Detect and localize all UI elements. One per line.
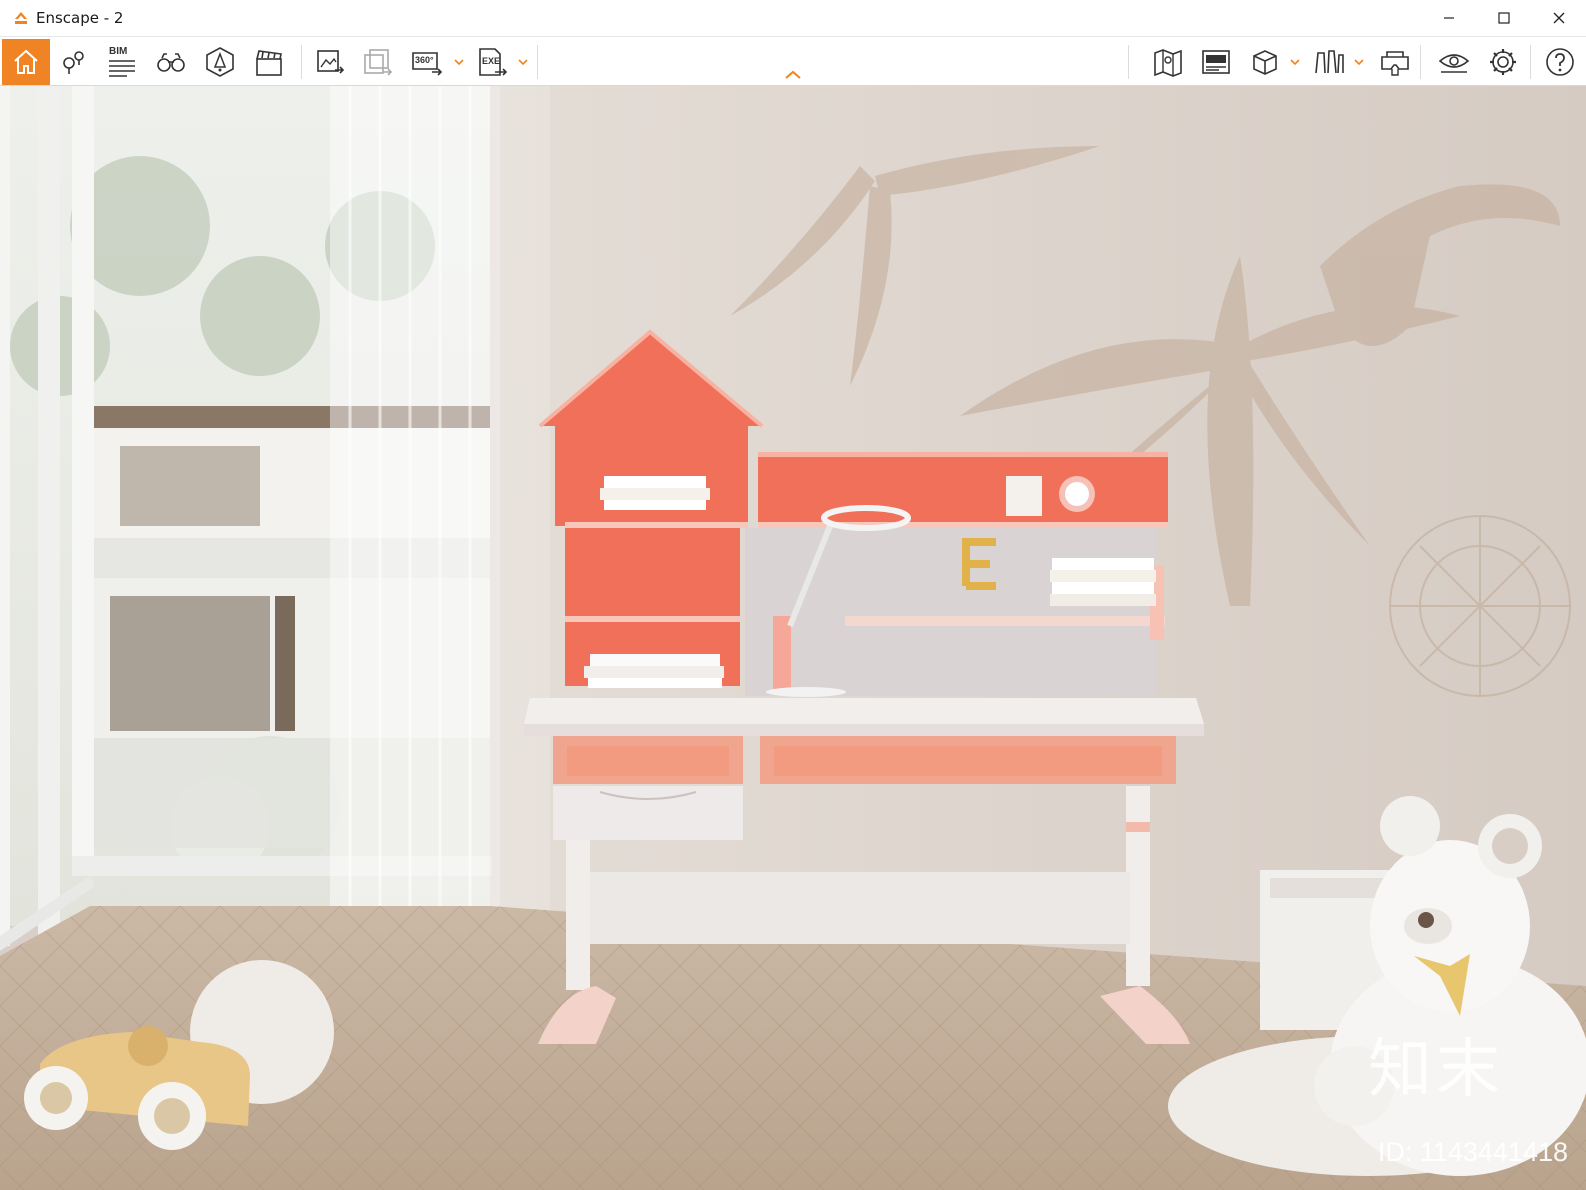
panorama-360-icon: 360° bbox=[410, 45, 444, 79]
panorama-dropdown-button[interactable] bbox=[453, 56, 465, 68]
maximize-icon bbox=[1497, 12, 1510, 24]
home-button[interactable] bbox=[2, 39, 50, 85]
clapperboard-icon bbox=[256, 50, 282, 76]
minimize-button[interactable] bbox=[1421, 0, 1476, 36]
views-icon bbox=[1315, 50, 1344, 74]
location-pins-icon bbox=[63, 51, 84, 74]
views-manager-button[interactable] bbox=[52, 40, 96, 84]
help-icon bbox=[1546, 48, 1574, 76]
bim-list-icon: BIM bbox=[105, 45, 139, 79]
panorama-button[interactable]: 360° bbox=[405, 40, 449, 84]
batch-render-button[interactable] bbox=[356, 40, 400, 84]
views-dropdown-button[interactable] bbox=[1353, 56, 1365, 68]
close-icon bbox=[1553, 12, 1564, 24]
render-viewport[interactable]: 知末 ID: 1143441418 bbox=[0, 86, 1586, 1190]
toolbar-separator bbox=[1530, 45, 1531, 79]
vr-headset-button[interactable] bbox=[1373, 40, 1417, 84]
toolbar-separator bbox=[1128, 45, 1129, 79]
minimap-button[interactable] bbox=[1146, 40, 1190, 84]
chevron-up-icon bbox=[785, 70, 801, 79]
chevron-down-icon bbox=[454, 59, 464, 66]
chevron-down-icon bbox=[1290, 59, 1300, 66]
material-cube-icon bbox=[1253, 50, 1277, 75]
help-button[interactable] bbox=[1538, 40, 1582, 84]
export-dropdown-button[interactable] bbox=[517, 56, 529, 68]
export-image-icon bbox=[317, 50, 345, 74]
binoculars-icon bbox=[157, 53, 185, 72]
map-icon bbox=[1154, 49, 1182, 77]
window-controls bbox=[1421, 0, 1586, 36]
batch-export-icon bbox=[364, 49, 393, 76]
video-editor-button[interactable] bbox=[247, 40, 291, 84]
panorama-label: 360° bbox=[415, 55, 434, 65]
walk-mode-button[interactable] bbox=[149, 40, 193, 84]
visual-settings-button[interactable] bbox=[1194, 40, 1238, 84]
chevron-down-icon bbox=[518, 59, 528, 66]
toolbar-separator bbox=[301, 45, 302, 79]
enscape-logo-icon bbox=[10, 7, 32, 29]
watermark-logo: 知末 bbox=[1368, 1033, 1504, 1107]
settings-button[interactable] bbox=[1481, 40, 1525, 84]
bim-info-button[interactable]: BIM bbox=[100, 40, 144, 84]
home-icon bbox=[14, 49, 38, 74]
watermark-id: ID: 1143441418 bbox=[1377, 1137, 1568, 1167]
chevron-down-icon bbox=[1354, 59, 1364, 66]
maximize-button[interactable] bbox=[1476, 0, 1531, 36]
material-editor-button[interactable] bbox=[1243, 40, 1287, 84]
vr-headset-icon bbox=[1381, 51, 1409, 76]
screenshot-button[interactable] bbox=[308, 40, 352, 84]
view-visibility-button[interactable] bbox=[1432, 40, 1476, 84]
eye-icon bbox=[1438, 54, 1470, 73]
asset-library-button[interactable] bbox=[198, 40, 242, 84]
toolbar-separator bbox=[537, 45, 538, 79]
rendered-scene-image bbox=[0, 86, 1586, 1190]
enscape-toolbar: BIM 360° EXE bbox=[0, 36, 1586, 86]
views-button[interactable] bbox=[1307, 40, 1351, 84]
asset-library-icon bbox=[206, 47, 234, 77]
gear-icon bbox=[1490, 49, 1516, 75]
export-exe-button[interactable]: EXE bbox=[470, 40, 514, 84]
close-button[interactable] bbox=[1531, 0, 1586, 36]
material-dropdown-button[interactable] bbox=[1289, 56, 1301, 68]
minimize-icon bbox=[1443, 17, 1454, 19]
toolbar-separator bbox=[1420, 45, 1421, 79]
exe-label: EXE bbox=[482, 56, 501, 66]
collapse-toolbar-button[interactable] bbox=[781, 67, 805, 83]
title-bar: Enscape - 2 bbox=[0, 0, 1586, 36]
visual-settings-panel-icon bbox=[1202, 50, 1230, 74]
exe-export-icon: EXE bbox=[475, 45, 509, 79]
window-title: Enscape - 2 bbox=[36, 9, 124, 27]
